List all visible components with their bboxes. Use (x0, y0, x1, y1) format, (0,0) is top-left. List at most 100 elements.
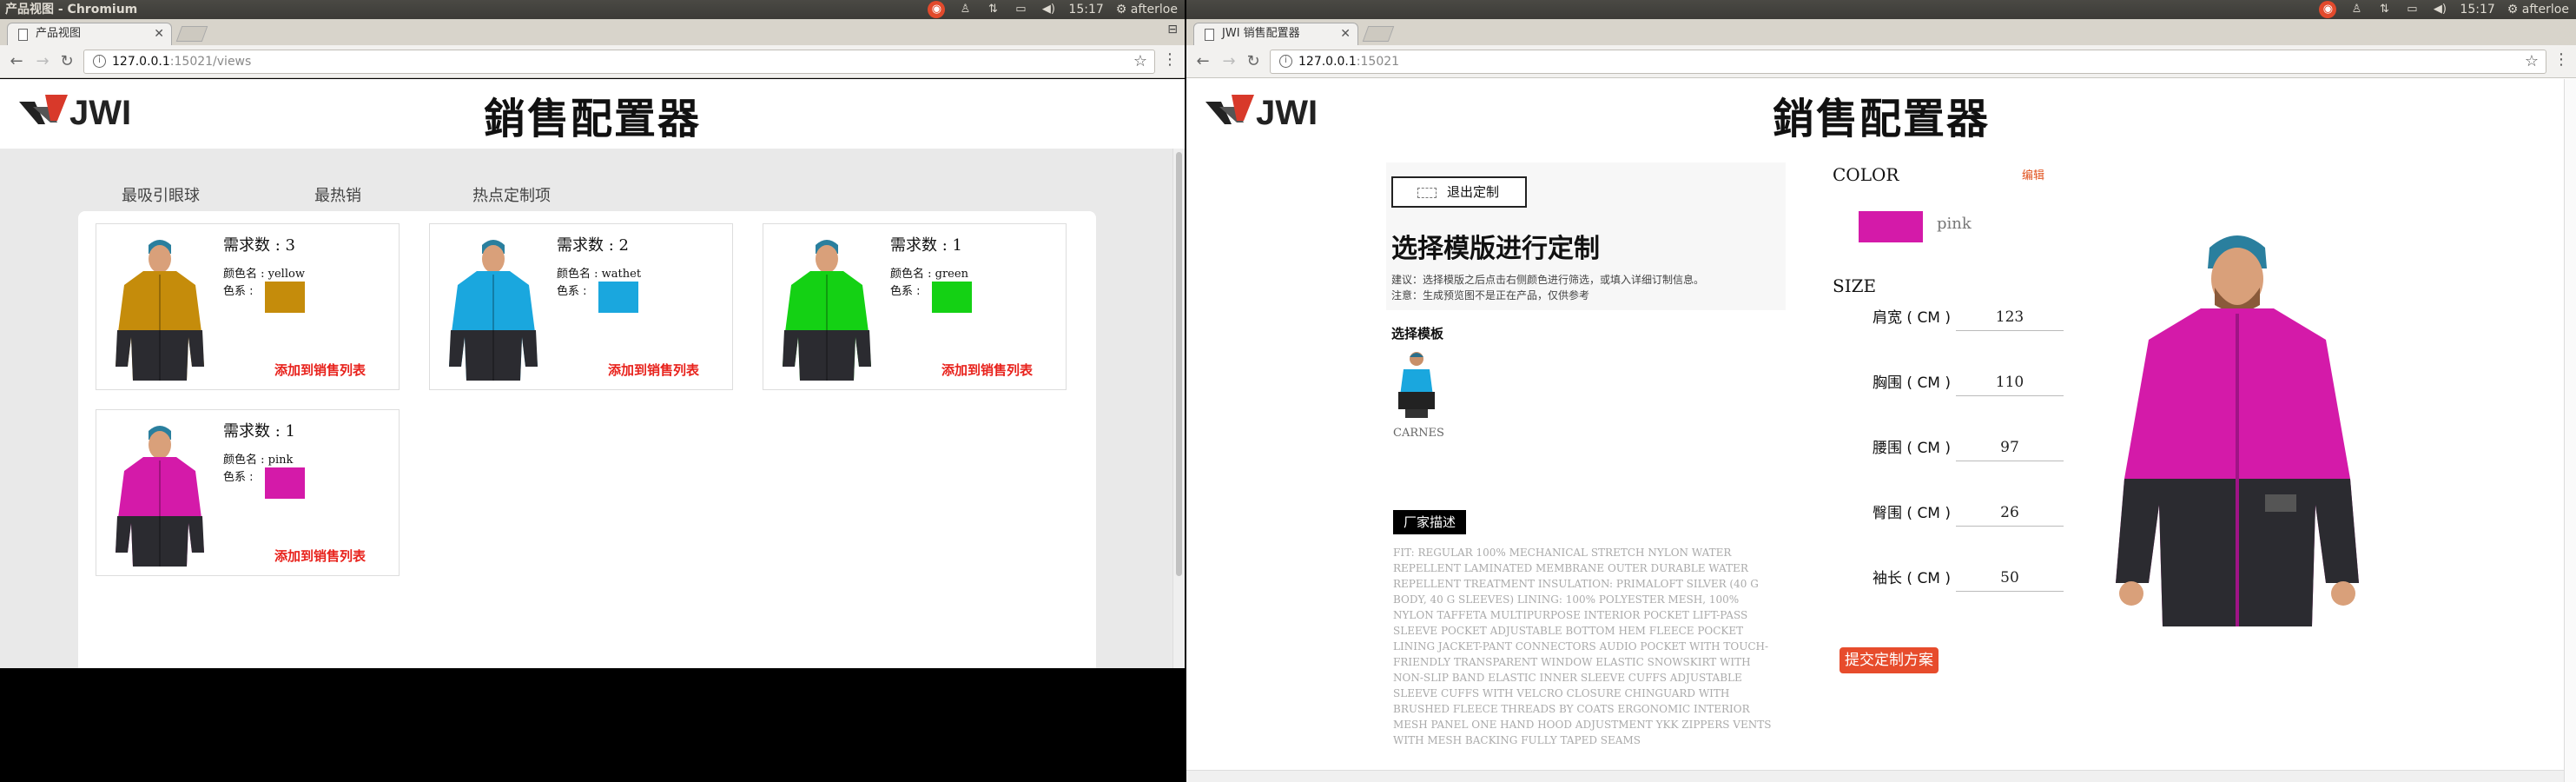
clock[interactable]: 15:17 (2460, 0, 2494, 19)
scrollbar-thumb[interactable] (1176, 152, 1182, 576)
product-card[interactable]: 需求数 : 3 颜色名 : yellow 色系 : 添加到销售列表 (96, 223, 400, 390)
jacket-image (116, 240, 204, 381)
horizontal-scrollbar[interactable] (1186, 770, 2564, 782)
demand-count: 需求数 : 1 (223, 422, 295, 441)
browser-tab[interactable]: 产品视图 ✕ (7, 23, 172, 45)
size-input[interactable] (1956, 499, 2064, 527)
product-card[interactable]: 需求数 : 2 颜色名 : wathet 色系 : 添加到销售列表 (429, 223, 733, 390)
jacket-preview-image (2116, 235, 2359, 626)
size-label: 袖长 ( CM ) (1873, 570, 1952, 587)
color-family-label: 色系 : (223, 471, 254, 484)
qq-penguin-icon[interactable]: ♙ (2348, 3, 2364, 17)
tab-most-eye-catching[interactable]: 最吸引眼球 (122, 183, 200, 213)
size-label: 臀围 ( CM ) (1873, 505, 1952, 522)
new-tab-button[interactable] (175, 26, 208, 42)
add-to-sales-list-button[interactable]: 添加到销售列表 (941, 361, 1033, 379)
tab-strip: JWI 销售配置器 ✕ (1186, 19, 2576, 45)
reload-icon[interactable]: ↻ (57, 52, 76, 70)
os-top-bar: 产品视图 - Chromium ◉ ♙ ⇅ ▭ ◀) 15:17 ⚙ after… (0, 0, 1185, 19)
site-header: JWI 銷售配置器 (0, 79, 1185, 149)
add-to-sales-list-button[interactable]: 添加到销售列表 (608, 361, 699, 379)
netease-music-icon[interactable]: ◉ (928, 1, 946, 18)
address-bar[interactable]: i 127.0.0.1:15021 ☆ (1270, 50, 2546, 74)
size-row: 腰围 ( CM ) (1873, 428, 2081, 463)
add-to-sales-list-button[interactable]: 添加到销售列表 (274, 361, 366, 379)
category-tabs: 最吸引眼球 最热销 热点定制项 (0, 175, 1172, 215)
selected-color-name: pink (1937, 215, 1972, 233)
network-arrows-icon[interactable]: ⇅ (985, 3, 1001, 17)
browser-menu-icon[interactable]: ⋮ (1162, 50, 1178, 69)
color-name: 颜色名 : green (890, 268, 968, 281)
bookmark-star-icon[interactable]: ☆ (1133, 50, 1147, 73)
vertical-scrollbar[interactable] (1172, 149, 1185, 668)
url-path: :15021/views (169, 55, 252, 69)
configurator-page: JWI 銷售配置器 退出定制 选择模版进行定制 建议：选择模版之后点击右侧颜色进… (1186, 79, 2576, 782)
qq-penguin-icon[interactable]: ♙ (957, 3, 973, 17)
network-arrows-icon[interactable]: ⇅ (2376, 3, 2392, 17)
clock[interactable]: 15:17 (1068, 0, 1103, 19)
close-tab-icon[interactable]: ✕ (1340, 23, 1351, 44)
submit-customization-button[interactable]: 提交定制方案 (1840, 647, 1939, 673)
battery-icon[interactable]: ▭ (1013, 3, 1028, 17)
edit-link[interactable]: 编辑 (2022, 166, 2044, 182)
address-bar[interactable]: i 127.0.0.1:15021/views ☆ (83, 50, 1155, 74)
user-menu[interactable]: ⚙ afterloe (2507, 0, 2569, 19)
exit-button-label: 退出定制 (1447, 184, 1500, 200)
navigation-bar: ← → ↻ i 127.0.0.1:15021 ☆ ⋮ (1186, 45, 2576, 78)
url-host: 127.0.0.1 (112, 55, 170, 69)
product-card[interactable]: 需求数 : 1 颜色名 : green 色系 : 添加到销售列表 (763, 223, 1067, 390)
browser-tab[interactable]: JWI 销售配置器 ✕ (1193, 23, 1358, 45)
color-swatch (598, 282, 638, 313)
user-menu[interactable]: ⚙ afterloe (1116, 0, 1178, 19)
profile-icon[interactable]: ⊟ (1167, 23, 1178, 36)
products-page: JWI 銷售配置器 最吸引眼球 最热销 热点定制项 需求数 : 3 颜色名 : y… (0, 79, 1185, 668)
new-tab-button[interactable] (1362, 26, 1395, 42)
netease-music-icon[interactable]: ◉ (2319, 1, 2337, 18)
page-heading: 选择模版进行定制 (1391, 234, 1600, 264)
reload-icon[interactable]: ↻ (1244, 52, 1263, 70)
back-arrow-icon[interactable]: ← (7, 52, 26, 70)
url-host: 127.0.0.1 (1298, 55, 1357, 69)
size-label: 肩宽 ( CM ) (1873, 309, 1952, 327)
site-title: 銷售配置器 (483, 95, 701, 143)
gear-icon: ⚙ (2507, 3, 2519, 17)
color-name: 颜色名 : wathet (557, 268, 642, 281)
browser-menu-icon[interactable]: ⋮ (2553, 50, 2569, 69)
selected-color-swatch[interactable] (1859, 211, 1923, 242)
product-card[interactable]: 需求数 : 1 颜色名 : pink 色系 : 添加到销售列表 (96, 409, 400, 576)
color-family-label: 色系 : (223, 285, 254, 298)
back-arrow-icon[interactable]: ← (1193, 52, 1212, 70)
bookmark-star-icon[interactable]: ☆ (2525, 50, 2539, 73)
size-input[interactable] (1956, 303, 2064, 331)
manufacturer-description-button[interactable]: 厂家描述 (1393, 510, 1467, 534)
info-icon[interactable]: i (93, 55, 106, 68)
jacket-image (449, 240, 538, 381)
template-name: CARNES (1393, 427, 1444, 440)
size-input[interactable] (1956, 434, 2064, 461)
close-tab-icon[interactable]: ✕ (154, 23, 164, 44)
tab-title: 产品视图 (36, 27, 82, 40)
template-thumbnail[interactable] (1393, 348, 1440, 418)
size-input[interactable] (1956, 564, 2064, 592)
site-title: 銷售配置器 (1772, 95, 1990, 143)
size-label: 胸围 ( CM ) (1873, 374, 1952, 392)
forward-arrow-icon[interactable]: → (1219, 52, 1238, 70)
exit-customization-button[interactable]: 退出定制 (1391, 176, 1527, 208)
size-row: 臀围 ( CM ) (1873, 494, 2081, 528)
product-panel: 需求数 : 3 颜色名 : yellow 色系 : 添加到销售列表 需求数 : 2 颜色名… (78, 211, 1096, 668)
battery-icon[interactable]: ▭ (2404, 3, 2420, 17)
volume-icon[interactable]: ◀) (2432, 3, 2447, 17)
vertical-scrollbar[interactable] (2564, 79, 2576, 782)
right-browser-window: ◉ ♙ ⇅ ▭ ◀) 15:17 ⚙ afterloe JWI 销售配置器 ✕ … (1186, 0, 2576, 782)
color-swatch (265, 282, 305, 313)
forward-arrow-icon[interactable]: → (33, 52, 52, 70)
size-row: 胸围 ( CM ) (1873, 363, 2081, 398)
exit-icon (1417, 188, 1437, 198)
color-name: 颜色名 : pink (223, 454, 294, 467)
content-area: 最吸引眼球 最热销 热点定制项 需求数 : 3 颜色名 : yellow 色系 : 添… (0, 149, 1172, 668)
tab-best-selling[interactable]: 最热销 (314, 183, 361, 213)
info-icon[interactable]: i (1279, 55, 1292, 68)
volume-icon[interactable]: ◀) (1040, 3, 1056, 17)
size-input[interactable] (1956, 368, 2064, 396)
add-to-sales-list-button[interactable]: 添加到销售列表 (274, 547, 366, 565)
